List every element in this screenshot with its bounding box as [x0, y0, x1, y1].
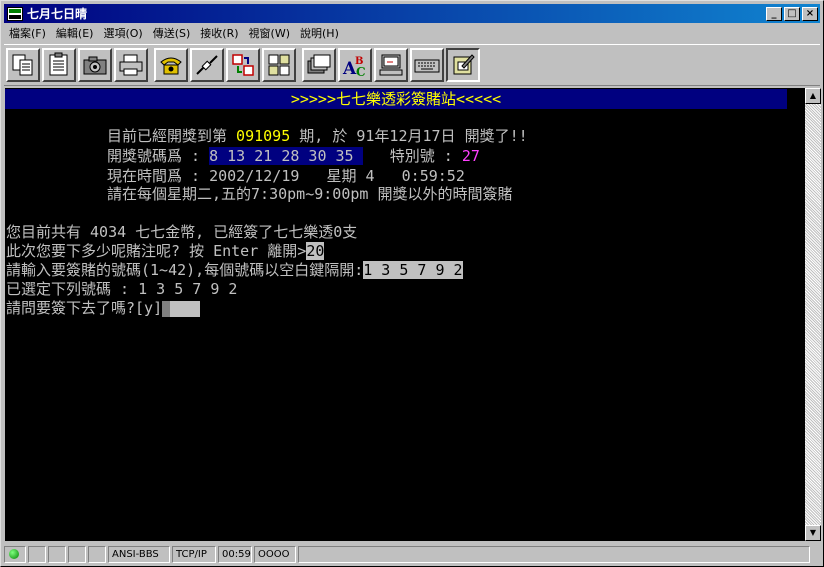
status-cell-empty-4 [88, 546, 106, 563]
draw-period-suffix: 期, 於 91年12月17日 開獎了!! [290, 127, 528, 145]
scroll-down-button[interactable]: ▼ [805, 525, 821, 541]
print-button[interactable] [114, 48, 148, 82]
terminal-screen[interactable]: >>>>>七七樂透彩簽賭站<<<<< 目前已經開獎到第 091095 期, 於 … [5, 88, 805, 541]
app-terminal-icon[interactable] [7, 6, 23, 21]
transfer-button[interactable] [226, 48, 260, 82]
dial-button[interactable] [154, 48, 188, 82]
edit-document-icon [453, 54, 475, 75]
confirm-input[interactable] [170, 300, 201, 317]
phone-icon [160, 57, 182, 75]
bet-amount-line: 此次您要下多少呢賭注呢? 按 Enter 離開>20 [6, 241, 325, 261]
number-entry-line: 請輸入要簽賭的號碼(1~42),每個號碼以空白鍵隔開:1 3 5 7 9 2 [6, 260, 463, 280]
printer-icon [119, 54, 143, 76]
paste-button[interactable] [42, 48, 76, 82]
status-message [298, 546, 810, 563]
capture-button[interactable] [78, 48, 112, 82]
protocol: TCP/IP [172, 546, 216, 563]
selected-numbers-line: 已選定下列號碼 : 1 3 5 7 9 2 [6, 280, 238, 298]
menu-send[interactable]: 傳送(S) [148, 25, 196, 41]
winning-numbers: 8 13 21 28 30 35 [209, 147, 363, 165]
banner: >>>>>七七樂透彩簽賭站<<<<< [5, 89, 787, 109]
confirm-prompt: 請問要簽下去了嗎?[y] [6, 299, 163, 317]
hangup-button[interactable] [190, 48, 224, 82]
menu-options[interactable]: 選項(O) [98, 25, 147, 41]
transfer-icon [232, 54, 254, 76]
disconnect-icon [196, 55, 218, 75]
camera-icon [83, 56, 107, 75]
folders-icon [307, 54, 331, 74]
winning-numbers-line: 開獎號碼爲 : 8 13 21 28 30 35 特別號 : 27 [107, 146, 480, 166]
font-button[interactable]: ABC [338, 48, 372, 82]
vertical-scrollbar[interactable]: ▲ ▼ [805, 88, 821, 541]
copy-icon [12, 54, 33, 76]
bet-amount-input[interactable]: 20 [306, 242, 325, 260]
menu-help[interactable]: 說明(H) [295, 25, 344, 41]
draw-period-line: 目前已經開獎到第 091095 期, 於 91年12月17日 開獎了!! [107, 126, 528, 146]
scroll-track[interactable] [805, 104, 821, 525]
window-title: 七月七日晴 [27, 7, 88, 21]
title-bar[interactable]: 七月七日晴 _ □ × [4, 4, 820, 23]
clipboard-icon [49, 52, 68, 76]
toolbar: ABC [4, 44, 820, 86]
winning-numbers-label: 開獎號碼爲 : [107, 147, 210, 165]
minimize-button[interactable]: _ [766, 6, 782, 21]
menu-file[interactable]: 檔案(F) [4, 25, 51, 41]
text-cursor [162, 300, 171, 317]
status-lights: OOOO [254, 546, 296, 563]
number-entry-prompt: 請輸入要簽賭的號碼(1~42),每個號碼以空白鍵隔開: [6, 261, 364, 279]
current-time-line: 現在時間爲 : 2002/12/19 星期 4 0:59:52 [107, 167, 465, 185]
coin-balance-line: 您目前共有 4034 七七金幣, 已經簽了七七樂透0支 [6, 223, 358, 241]
folders-button[interactable] [302, 48, 336, 82]
menu-edit[interactable]: 編輯(E) [51, 25, 99, 41]
connection-time: 00:59 [218, 546, 252, 563]
keyboard-button[interactable] [410, 48, 444, 82]
status-cell-empty-2 [48, 546, 66, 563]
menu-window[interactable]: 視窗(W) [244, 25, 295, 41]
abc-icon: ABC [342, 56, 366, 78]
settings-button[interactable] [374, 48, 408, 82]
special-number-label: 特別號 : [362, 147, 462, 165]
connection-led-icon [9, 549, 19, 559]
draw-period-number: 091095 [236, 127, 291, 145]
draw-period-prefix: 目前已經開獎到第 [107, 127, 237, 145]
bet-amount-prompt: 此次您要下多少呢賭注呢? 按 Enter 離開> [6, 242, 307, 260]
layout-button[interactable] [262, 48, 296, 82]
special-number: 27 [461, 147, 480, 165]
confirm-line: 請問要簽下去了嗎?[y] [6, 298, 201, 318]
number-entry-input[interactable]: 1 3 5 7 9 2 [363, 261, 463, 279]
status-cell-empty-3 [68, 546, 86, 563]
scroll-up-button[interactable]: ▲ [805, 88, 821, 104]
copy-button[interactable] [6, 48, 40, 82]
menu-receive[interactable]: 接收(R) [195, 25, 243, 41]
emulation-mode: ANSI-BBS [108, 546, 170, 563]
keyboard-icon [414, 59, 440, 73]
close-button[interactable]: × [802, 6, 818, 21]
maximize-button[interactable]: □ [784, 6, 800, 21]
app-window: 七月七日晴 _ □ × 檔案(F) 編輯(E) 選項(O) 傳送(S) 接收(R… [0, 0, 824, 567]
menu-bar: 檔案(F) 編輯(E) 選項(O) 傳送(S) 接收(R) 視窗(W) 說明(H… [4, 24, 820, 42]
edit-button[interactable] [446, 48, 480, 82]
layout-icon [268, 54, 290, 76]
status-cell-empty-1 [28, 546, 46, 563]
svg-text:C: C [356, 65, 366, 78]
betting-hours-line: 請在每個星期二,五的7:30pm~9:00pm 開獎以外的時間簽賭 [107, 185, 513, 203]
connection-indicator [4, 546, 26, 563]
computer-icon [379, 54, 403, 76]
status-bar: ANSI-BBS TCP/IP 00:59 OOOO [4, 545, 820, 564]
